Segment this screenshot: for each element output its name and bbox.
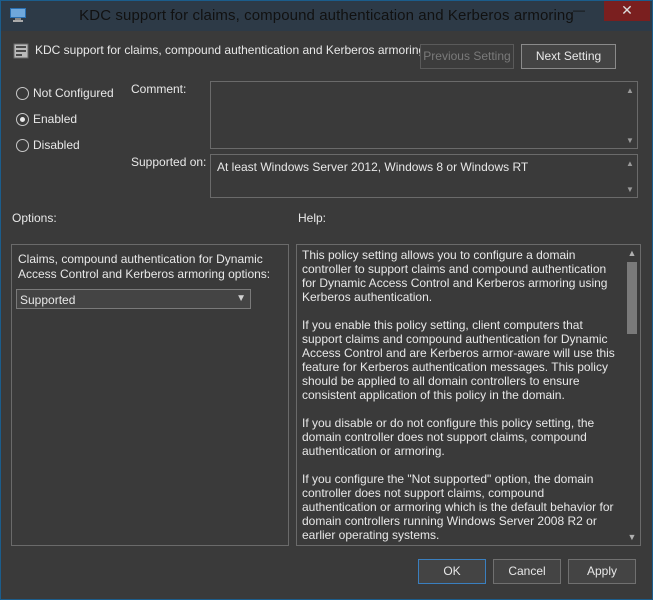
scroll-up-icon[interactable]: ▲ [624,248,640,258]
armoring-options-dropdown[interactable]: Supported ▼ [16,289,251,309]
scroll-up-icon[interactable]: ▲ [625,159,635,168]
options-label: Options: [12,211,57,225]
supported-on-label: Supported on: [131,155,207,169]
radio-label: Enabled [33,112,78,126]
scroll-down-icon[interactable]: ▼ [624,532,640,542]
radio-enabled[interactable]: Enabled [16,111,77,127]
window-title: KDC support for claims, compound authent… [79,7,574,24]
policy-setting-icon [13,43,29,59]
help-scrollbar[interactable]: ▲ ▼ [624,245,640,545]
scroll-up-icon[interactable]: ▲ [625,86,635,95]
scrollbar-thumb[interactable] [627,262,637,334]
help-label: Help: [298,211,327,225]
radio-icon[interactable] [16,138,29,152]
help-paragraph: If you configure the "Not supported" opt… [302,472,614,542]
radio-label: Disabled [33,138,80,152]
options-description: Claims, compound authentication for Dyna… [18,252,271,281]
comment-label: Comment: [131,82,187,96]
help-panel[interactable]: This policy setting allows you to config… [296,244,641,546]
ok-button[interactable]: OK [418,559,486,584]
radio-label: Not Configured [33,86,114,100]
apply-button[interactable]: Apply [568,559,636,584]
radio-icon[interactable] [16,112,29,126]
supported-on-value: At least Windows Server 2012, Windows 8 … [217,160,529,174]
supported-on-field: At least Windows Server 2012, Windows 8 … [210,154,638,198]
policy-dialog-window: KDC support for claims, compound authent… [0,0,653,600]
help-text: This policy setting allows you to config… [302,248,622,545]
next-setting-button[interactable]: Next Setting [521,44,616,69]
previous-setting-button[interactable]: Previous Setting [420,44,514,69]
comment-field[interactable]: ▲ ▼ [210,81,638,149]
dropdown-selected-value: Supported [20,293,76,307]
radio-not-configured[interactable]: Not Configured [16,85,114,101]
close-button[interactable]: ✕ [604,1,650,21]
help-paragraph: If you disable or do not configure this … [302,416,595,458]
scroll-down-icon[interactable]: ▼ [625,185,635,194]
cancel-button[interactable]: Cancel [493,559,561,584]
policy-name-heading: KDC support for claims, compound authent… [35,43,426,57]
radio-icon[interactable] [16,86,29,100]
chevron-down-icon[interactable]: ▼ [236,293,246,304]
scroll-down-icon[interactable]: ▼ [625,136,635,145]
help-paragraph: This policy setting allows you to config… [302,248,608,304]
minimize-button[interactable]: — [567,1,591,21]
title-bar[interactable]: KDC support for claims, compound authent… [1,1,652,31]
radio-disabled[interactable]: Disabled [16,137,80,153]
help-paragraph: If you enable this policy setting, clien… [302,318,615,402]
options-panel: Claims, compound authentication for Dyna… [11,244,289,546]
